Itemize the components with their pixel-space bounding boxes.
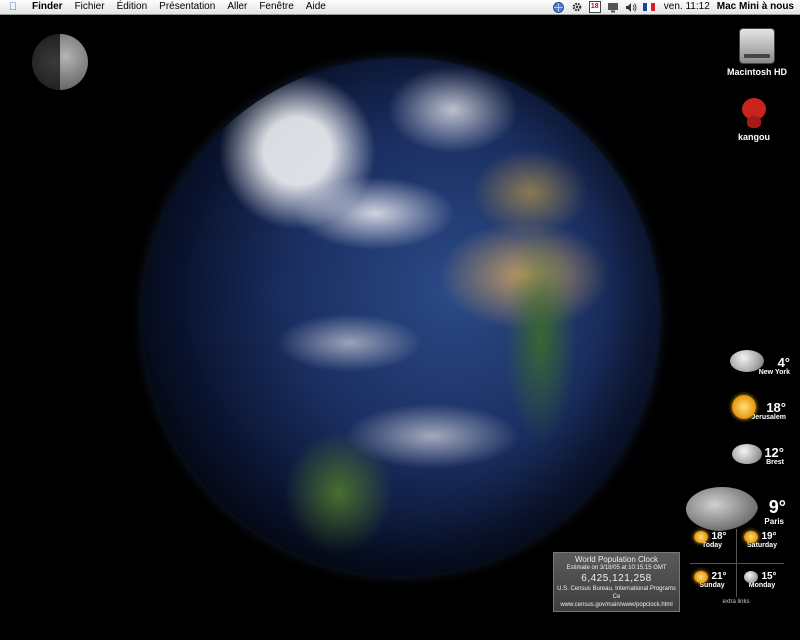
population-clock-widget[interactable]: World Population Clock Estimate on 3/18/…	[553, 552, 680, 612]
extra-links[interactable]: extra links	[686, 599, 786, 605]
earth-wallpaper	[142, 58, 660, 576]
popclock-estimate: Estimate on 3/18/05 at 10:15:15 GMT	[566, 565, 667, 571]
popclock-source: U.S. Census Bureau, International Progra…	[557, 586, 676, 600]
popclock-url[interactable]: www.census.gov/main/www/popclock.html	[554, 601, 679, 609]
kangou-user-icon[interactable]: kangou	[728, 96, 780, 142]
forecast-monday: 15° Monday	[738, 571, 786, 589]
menu-aller[interactable]: Aller	[221, 0, 253, 14]
user-menu[interactable]: Mac Mini à nous	[715, 0, 800, 14]
menu-edition[interactable]: Édition	[111, 0, 154, 14]
sun-cloud-icon	[694, 571, 708, 583]
hard-drive-icon	[739, 28, 775, 64]
forecast-today: 18° Today	[688, 531, 736, 549]
apple-menu-icon[interactable]: 	[0, 0, 26, 14]
cloud-icon	[686, 487, 758, 531]
popclock-title: World Population Clock	[574, 555, 658, 564]
forecast-today-day: Today	[701, 542, 723, 549]
paris-temp: 9°	[768, 497, 786, 517]
moon-phase-icon	[32, 34, 88, 90]
red-mascot-icon	[739, 96, 769, 130]
flag-fr-icon[interactable]	[642, 1, 655, 13]
weather-widget-paris[interactable]: 9° Paris 18° Today 19° Saturday 21° Sund…	[686, 487, 786, 607]
menu-bar:  Finder Fichier Édition Présentation Al…	[0, 0, 800, 15]
paris-city: Paris	[764, 517, 784, 526]
weather-widget-brest[interactable]: 12° Brest	[724, 440, 784, 472]
gear-icon[interactable]	[571, 1, 583, 13]
cloud-icon	[730, 350, 764, 372]
display-icon[interactable]	[607, 1, 619, 13]
macintosh-hd-icon[interactable]: Macintosh HD	[722, 28, 792, 77]
kangou-label: kangou	[737, 132, 770, 142]
forecast-saturday: 19° Saturday	[738, 531, 786, 549]
menu-presentation[interactable]: Présentation	[153, 0, 221, 14]
sun-icon	[732, 395, 756, 419]
sun-cloud-icon	[694, 531, 708, 543]
fog-icon	[732, 444, 762, 464]
rain-cloud-icon	[744, 571, 758, 583]
forecast-monday-day: Monday	[748, 582, 776, 589]
popclock-value: 6,425,121,258	[581, 573, 652, 584]
globe-icon[interactable]	[553, 1, 565, 13]
volume-icon[interactable]	[625, 1, 637, 13]
forecast-sunday: 21° Sunday	[688, 571, 736, 589]
macintosh-hd-label: Macintosh HD	[726, 67, 787, 77]
menubar-clock[interactable]: ven. 11:12	[658, 0, 715, 14]
menu-finder[interactable]: Finder	[26, 0, 69, 14]
forecast-saturday-day: Saturday	[747, 542, 777, 549]
weather-widget-newyork[interactable]: 4° New York	[730, 348, 790, 380]
menu-fenetre[interactable]: Fenêtre	[253, 0, 299, 14]
weather-widget-jerusalem[interactable]: 18° Jerusalem	[726, 393, 786, 425]
menu-fichier[interactable]: Fichier	[69, 0, 111, 14]
sun-icon	[744, 531, 758, 543]
menu-aide[interactable]: Aide	[300, 0, 332, 14]
forecast-sunday-day: Sunday	[699, 582, 725, 589]
calendar-icon[interactable]: 18	[588, 1, 601, 13]
